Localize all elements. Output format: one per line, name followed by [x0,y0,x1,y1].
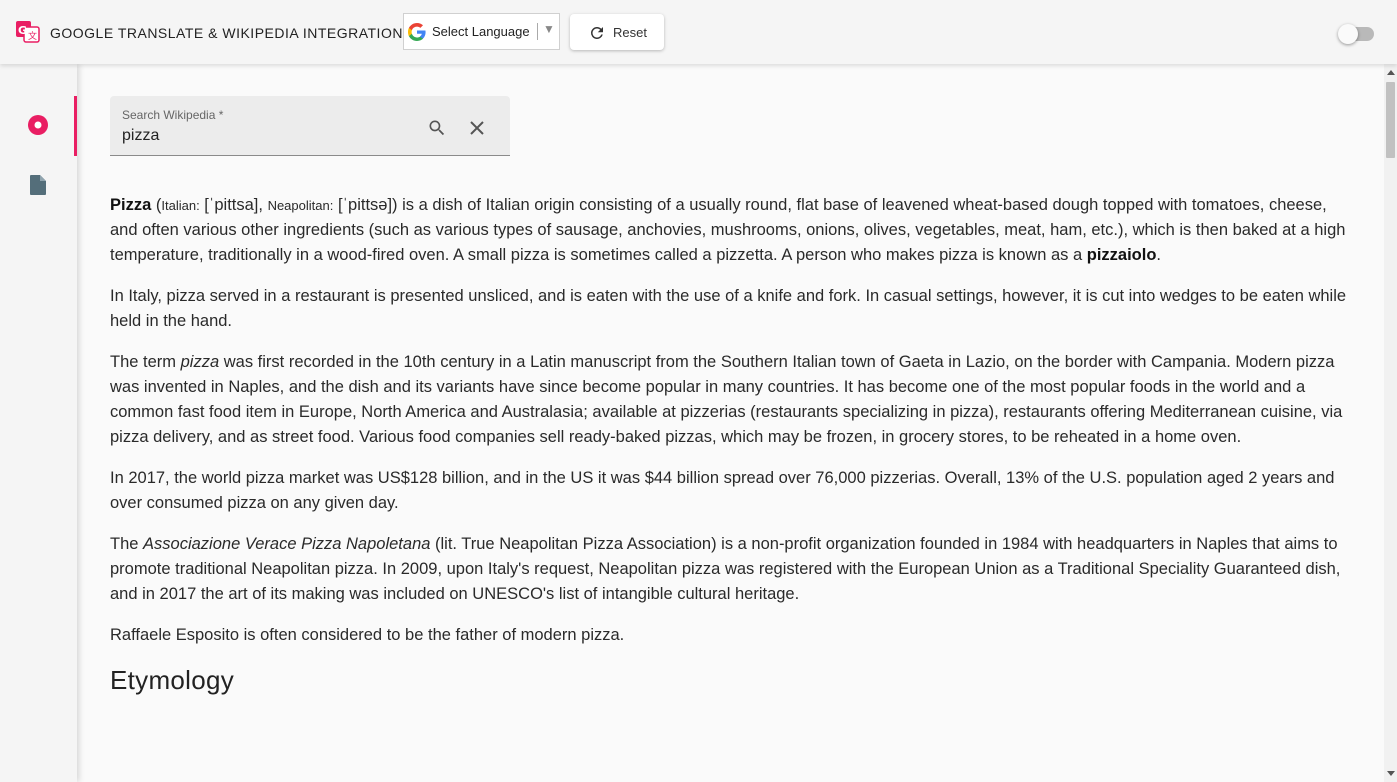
sidebar [0,64,77,782]
record-icon [28,115,48,135]
search-icon[interactable] [427,118,447,138]
select-divider [537,23,538,40]
toggle-knob [1338,24,1358,44]
italian-ipa: [ˈpittsa], [204,196,263,214]
paragraph-text: The term [110,353,177,371]
paragraph-text: The [110,535,139,553]
document-icon [30,175,46,195]
main-content: Search Wikipedia * Pizza (Italian: [ˈpit… [77,64,1384,782]
paragraph-text: was first recorded in the 10th century i… [110,353,1343,446]
pizza-term: pizza [180,353,220,371]
search-label: Search Wikipedia * [122,108,224,122]
article-paragraph-1: Pizza (Italian: [ˈpittsa], Neapolitan: [… [110,193,1350,268]
app-title: GOOGLE TRANSLATE & WIKIPEDIA INTEGRATION [50,25,403,41]
svg-text:G: G [18,24,27,37]
top-app-bar: G 文 GOOGLE TRANSLATE & WIKIPEDIA INTEGRA… [0,0,1397,64]
paragraph-end: . [1156,246,1161,264]
organization-name: Associazione Verace Pizza Napoletana [143,535,431,553]
scrollbar-thumb[interactable] [1386,82,1395,158]
section-heading-etymology: Etymology [110,665,235,695]
reset-button[interactable]: Reset [570,14,664,50]
translate-logo-icon: G 文 [16,21,40,43]
article-paragraph-4: In 2017, the world pizza market was US$1… [110,469,1335,512]
sidebar-item-record[interactable] [0,96,77,156]
article-paragraph-5: The Associazione Verace Pizza Napoletana… [110,532,1350,607]
reset-button-label: Reset [613,25,647,40]
clear-icon[interactable] [469,120,485,136]
scroll-down-arrow-icon[interactable] [1387,771,1395,776]
language-select[interactable]: Select Language ▼ [403,13,560,50]
article-title-term: Pizza [110,196,152,214]
neapolitan-ipa: [ˈpittsə]) [337,196,398,214]
italian-label: Italian: [161,198,200,213]
search-field[interactable]: Search Wikipedia * [110,96,510,156]
neapolitan-label: Neapolitan: [267,198,334,213]
article-paragraph-2: In Italy, pizza served in a restaurant i… [110,287,1347,330]
sidebar-item-document[interactable] [0,156,77,216]
google-icon [408,23,426,41]
theme-toggle[interactable] [1338,24,1374,44]
pizzaiolo-term: pizzaiolo [1086,246,1157,264]
vertical-scrollbar[interactable] [1384,64,1397,782]
svg-text:文: 文 [28,30,37,42]
scroll-up-arrow-icon[interactable] [1387,70,1395,75]
dropdown-arrow-icon: ▼ [543,22,555,36]
refresh-icon [590,26,603,39]
search-input[interactable] [122,126,412,146]
language-select-label: Select Language [432,24,530,39]
article-paragraph-3: The term pizza was first recorded in the… [110,350,1350,450]
article-body: Pizza (Italian: [ˈpittsa], Neapolitan: [… [110,193,1350,693]
article-paragraph-6: Raffaele Esposito is often considered to… [110,626,625,644]
